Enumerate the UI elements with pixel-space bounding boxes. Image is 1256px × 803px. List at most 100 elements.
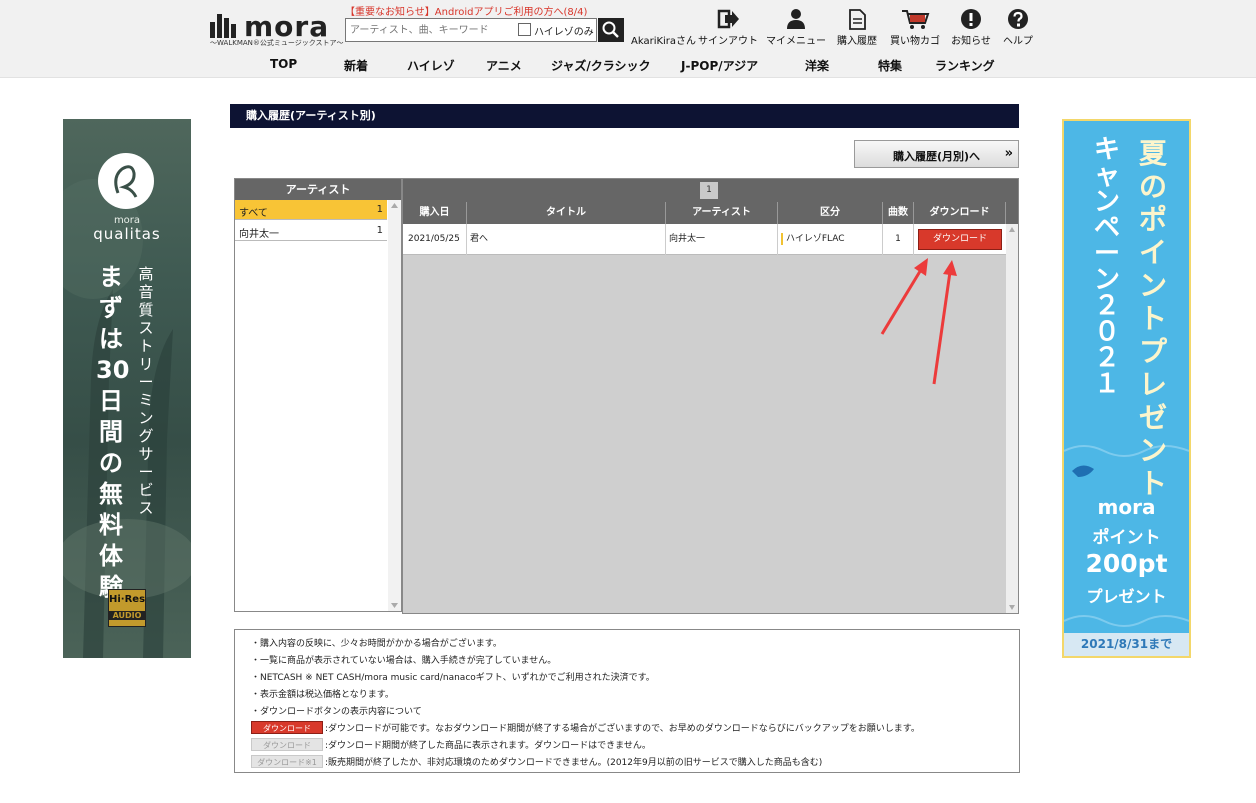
question-icon <box>1008 9 1028 29</box>
help-label: ヘルプ <box>1003 36 1033 47</box>
page-title: 購入履歴(アーティスト別) <box>230 104 1019 128</box>
scroll-down-icon <box>391 603 398 608</box>
artist-list-scrollbar[interactable] <box>388 200 401 611</box>
campaign-banner-body: 夏のポイントプレゼント キャンペーン２０２１ mora ポイント 200pt プ… <box>1064 121 1189 633</box>
note-line: ・表示金額は税込価格となります。 <box>251 690 394 700</box>
search-icon <box>602 21 619 38</box>
purchase-date: 2021/05/25 <box>403 224 467 255</box>
qualitas-logo-icon <box>98 153 154 209</box>
banner-headline: まずは30日間の無料体験 <box>96 263 130 601</box>
monthly-history-button[interactable]: 購入履歴(月別)へ » <box>854 140 1019 168</box>
cart-button[interactable]: 買い物カゴ <box>889 8 941 48</box>
dolphin-icon <box>1072 465 1094 477</box>
campaign-amount: 200pt <box>1085 549 1168 578</box>
mora-logo[interactable]: mora ～WALKMAN®公式ミュージックストア～ <box>210 8 344 47</box>
purchase-list-scrollbar[interactable] <box>1006 224 1018 613</box>
nav-new[interactable]: 新着 <box>344 57 368 74</box>
banner-subline: 高音質ストリーミングサービス <box>138 265 154 517</box>
kind-marker <box>781 232 783 245</box>
purchase-kind: ハイレゾFLAC <box>786 234 845 244</box>
qualitas-banner[interactable]: mora qualitas まずは30日間の無料体験 高音質ストリーミングサービ… <box>63 119 191 658</box>
site-header: mora ～WALKMAN®公式ミュージックストア～ 【重要なお知らせ】Andr… <box>0 0 1256 78</box>
logo-bars-icon <box>210 14 236 38</box>
summer-point-campaign-banner[interactable]: 夏のポイントプレゼント キャンペーン２０２１ mora ポイント 200pt プ… <box>1062 119 1191 658</box>
purchase-kind-cell: ハイレゾFLAC <box>778 224 883 255</box>
search-input[interactable] <box>350 22 512 38</box>
scroll-up-icon <box>391 203 398 208</box>
legend-desc: :ダウンロードが可能です。なおダウンロード期間が終了する場合がございますので、お… <box>325 724 920 734</box>
note-line: ・ダウンロードボタンの表示内容について <box>251 707 422 717</box>
column-header-download: ダウンロード <box>914 202 1006 224</box>
nav-jazz-classic[interactable]: ジャズ/クラシック <box>551 57 651 74</box>
nav-anime[interactable]: アニメ <box>486 57 522 74</box>
column-header-tracks: 曲数 <box>883 202 914 224</box>
artist-item-all[interactable]: すべて 1 <box>235 200 387 220</box>
legend-download-unavailable: ダウンロード※1 <box>251 755 323 768</box>
cart-label: 買い物カゴ <box>890 36 940 47</box>
artist-name: すべて <box>239 208 268 219</box>
hires-only-checkbox[interactable] <box>518 23 531 36</box>
nav-top[interactable]: TOP <box>270 57 297 71</box>
my-menu-label: マイメニュー <box>766 36 826 47</box>
column-header-date: 購入日 <box>403 202 467 224</box>
column-header-artist: アーティスト <box>666 202 778 224</box>
artist-list-header: アーティスト <box>235 179 401 200</box>
search-button[interactable] <box>598 18 624 42</box>
nav-jpop-asia[interactable]: J-POP/アジア <box>681 57 758 74</box>
double-chevron-right-icon: » <box>1004 146 1013 161</box>
note-line: ・一覧に商品が表示されていない場合は、購入手続きが完了していません。 <box>251 656 557 666</box>
banner-brand: qualitas <box>93 225 161 243</box>
exclamation-icon <box>961 9 981 29</box>
page-root: mora ～WALKMAN®公式ミュージックストア～ 【重要なお知らせ】Andr… <box>0 0 1256 803</box>
campaign-brand: mora <box>1097 495 1156 519</box>
signout-label: サインアウト <box>698 36 758 47</box>
help-button[interactable]: ヘルプ <box>998 8 1038 48</box>
note-line: ・購入内容の反映に、少々お時間がかかる場合がございます。 <box>251 639 502 649</box>
nav-ranking[interactable]: ランキング <box>935 57 995 74</box>
signout-button[interactable]: サインアウト <box>698 8 758 48</box>
purchase-title: 君へ <box>467 224 666 255</box>
column-header-kind: 区分 <box>778 202 883 224</box>
arrow-icon <box>880 258 928 335</box>
notices-button[interactable]: お知らせ <box>949 8 993 48</box>
legend-download-available: ダウンロード <box>251 721 323 734</box>
page-number-1[interactable]: 1 <box>700 182 718 199</box>
search-box: ハイレゾのみ <box>345 18 597 42</box>
signout-icon <box>717 9 739 29</box>
download-button[interactable]: ダウンロード <box>918 229 1002 250</box>
user-name: AkariKiraさん <box>631 36 697 47</box>
important-notice-link[interactable]: 【重要なお知らせ】Androidアプリご利用の方へ(8/4) <box>345 3 587 18</box>
legend-download-expired: ダウンロード <box>251 738 323 751</box>
hires-badge-top: Hi·Res <box>109 594 146 605</box>
campaign-present: プレゼント <box>1086 587 1167 606</box>
nav-western[interactable]: 洋楽 <box>805 57 829 74</box>
legend-desc: :販売期間が終了したか、非対応環境のためダウンロードできません。(2012年9月… <box>325 758 823 768</box>
user-icon <box>787 9 805 29</box>
column-header-title: タイトル <box>467 202 666 224</box>
artist-item-mukai-taichi[interactable]: 向井太一 1 <box>235 221 387 241</box>
purchase-history-button[interactable]: 購入履歴 <box>833 8 881 48</box>
campaign-end-date: 2021/8/31まで <box>1064 633 1189 656</box>
campaign-title-b: キャンペーン２０２１ <box>1093 135 1120 399</box>
document-icon <box>849 9 866 30</box>
nav-features[interactable]: 特集 <box>878 57 902 74</box>
annotation-arrows <box>880 258 957 385</box>
hires-badge-bottom: AUDIO <box>109 611 145 620</box>
notes-box: ・購入内容の反映に、少々お時間がかかる場合がございます。 ・一覧に商品が表示され… <box>234 629 1020 773</box>
my-menu-button[interactable]: マイメニュー <box>766 8 826 48</box>
campaign-point-label: ポイント <box>1092 528 1161 548</box>
legend-desc: :ダウンロード期間が終了した商品に表示されます。ダウンロードはできません。 <box>325 741 651 751</box>
purchase-artist: 向井太一 <box>666 224 778 255</box>
pager-bar: 1 <box>403 179 1018 202</box>
scroll-down-icon <box>1009 605 1015 610</box>
purchase-list-panel: 1 購入日 タイトル アーティスト 区分 曲数 ダウンロード 2021/05/2… <box>402 178 1019 614</box>
nav-hires[interactable]: ハイレゾ <box>407 57 455 74</box>
notices-label: お知らせ <box>951 36 991 47</box>
artist-name: 向井太一 <box>239 229 279 240</box>
artist-count: 1 <box>376 225 383 236</box>
note-line: ・NETCASH ※ NET CASH/mora music card/nana… <box>251 673 655 683</box>
logo-subtitle: ～WALKMAN®公式ミュージックストア～ <box>210 39 344 47</box>
hires-audio-badge: Hi·Res AUDIO <box>108 589 146 627</box>
monthly-history-label: 購入履歴(月別)へ <box>893 150 981 163</box>
scroll-up-icon <box>1009 227 1015 232</box>
